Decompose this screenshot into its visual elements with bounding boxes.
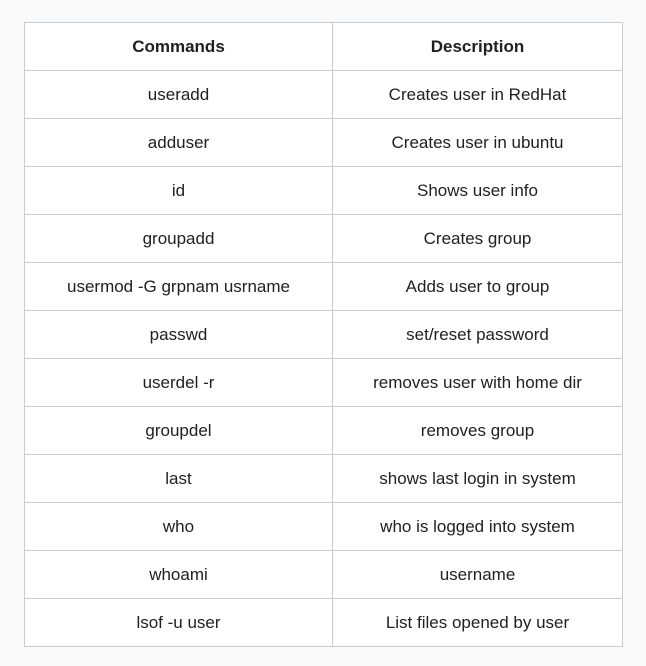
table-row: who who is logged into system [24, 502, 623, 551]
description-cell: removes group [332, 406, 623, 455]
table-row: whoami username [24, 550, 623, 599]
table-row: passwd set/reset password [24, 310, 623, 359]
description-cell: List files opened by user [332, 598, 623, 647]
command-cell: groupadd [24, 214, 333, 263]
command-cell: lsof -u user [24, 598, 333, 647]
table-row: useradd Creates user in RedHat [24, 70, 623, 119]
table-body: useradd Creates user in RedHat adduser C… [24, 70, 623, 647]
command-cell: userdel -r [24, 358, 333, 407]
command-cell: id [24, 166, 333, 215]
description-cell: shows last login in system [332, 454, 623, 503]
command-cell: last [24, 454, 333, 503]
table-row: userdel -r removes user with home dir [24, 358, 623, 407]
commands-table-container: Commands Description useradd Creates use… [24, 22, 623, 647]
description-cell: Creates user in RedHat [332, 70, 623, 119]
table-row: id Shows user info [24, 166, 623, 215]
commands-table: Commands Description useradd Creates use… [24, 22, 623, 647]
description-cell: set/reset password [332, 310, 623, 359]
header-row: Commands Description [24, 22, 623, 71]
description-cell: Adds user to group [332, 262, 623, 311]
table-row: last shows last login in system [24, 454, 623, 503]
command-cell: passwd [24, 310, 333, 359]
command-cell: adduser [24, 118, 333, 167]
description-cell: username [332, 550, 623, 599]
description-cell: who is logged into system [332, 502, 623, 551]
description-cell: Shows user info [332, 166, 623, 215]
header-commands: Commands [24, 22, 333, 71]
description-cell: Creates user in ubuntu [332, 118, 623, 167]
command-cell: whoami [24, 550, 333, 599]
command-cell: usermod -G grpnam usrname [24, 262, 333, 311]
table-row: groupadd Creates group [24, 214, 623, 263]
command-cell: useradd [24, 70, 333, 119]
command-cell: groupdel [24, 406, 333, 455]
table-header: Commands Description [24, 22, 623, 71]
description-cell: removes user with home dir [332, 358, 623, 407]
description-cell: Creates group [332, 214, 623, 263]
table-row: adduser Creates user in ubuntu [24, 118, 623, 167]
header-description: Description [332, 22, 623, 71]
table-row: lsof -u user List files opened by user [24, 598, 623, 647]
command-cell: who [24, 502, 333, 551]
table-row: usermod -G grpnam usrname Adds user to g… [24, 262, 623, 311]
table-row: groupdel removes group [24, 406, 623, 455]
